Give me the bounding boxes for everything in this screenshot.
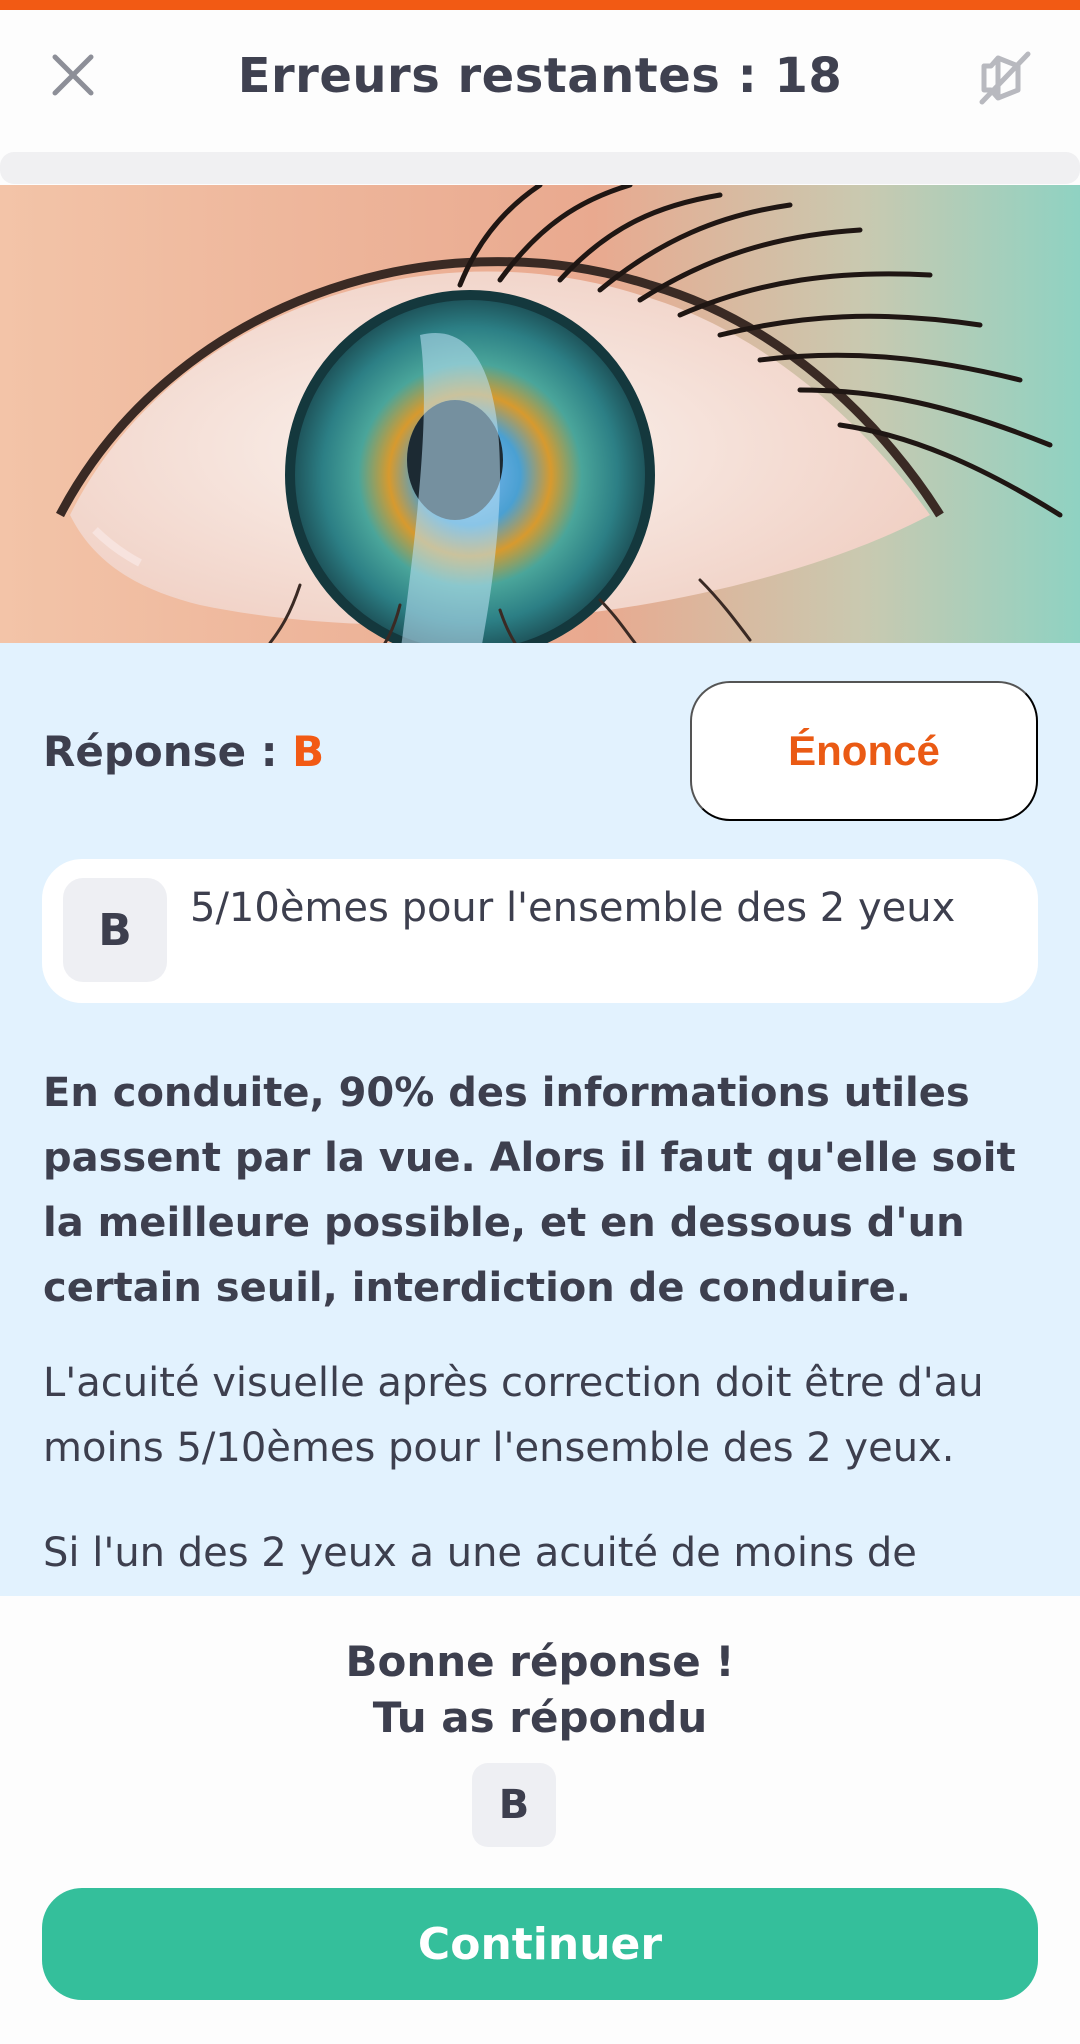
explanation-paragraph: L'acuité visuelle après correction doit … bbox=[43, 1360, 984, 1471]
statement-button[interactable]: Énoncé bbox=[690, 681, 1038, 821]
result-you-answered: Tu as répondu bbox=[372, 1693, 708, 1742]
result-message: Bonne réponse ! Tu as répondu bbox=[0, 1634, 1080, 1746]
explanation-lead: En conduite, 90% des informations utiles… bbox=[43, 1070, 1016, 1311]
correct-option-card: B 5/10èmes pour l'ensemble des 2 yeux bbox=[42, 859, 1038, 1003]
correct-answer-letter: B bbox=[292, 727, 325, 776]
progress-track bbox=[0, 152, 1080, 184]
eye-image bbox=[0, 185, 1080, 643]
result-footer: Bonne réponse ! Tu as répondu B Continue… bbox=[0, 1596, 1080, 2044]
page-title: Erreurs restantes : 18 bbox=[237, 48, 843, 104]
result-status: Bonne réponse ! bbox=[345, 1637, 735, 1686]
question-image bbox=[0, 185, 1080, 643]
continue-button[interactable]: Continuer bbox=[42, 1888, 1038, 2000]
option-text: 5/10èmes pour l'ensemble des 2 yeux bbox=[190, 885, 956, 931]
answer-label: Réponse : bbox=[43, 727, 293, 776]
sound-off-icon bbox=[979, 51, 1031, 105]
quiz-header: Erreurs restantes : 18 bbox=[0, 10, 1080, 150]
top-accent-bar bbox=[0, 0, 1080, 10]
sound-toggle-button[interactable] bbox=[968, 42, 1040, 114]
explanation-paragraph: Si l'un des 2 yeux a une acuité de moins… bbox=[43, 1530, 917, 1576]
user-answer-badge: B bbox=[472, 1763, 556, 1847]
option-letter: B bbox=[63, 878, 167, 982]
answer-row: Réponse : B bbox=[43, 727, 324, 776]
explanation-panel: Réponse : B Énoncé B 5/10èmes pour l'ens… bbox=[0, 643, 1080, 1596]
